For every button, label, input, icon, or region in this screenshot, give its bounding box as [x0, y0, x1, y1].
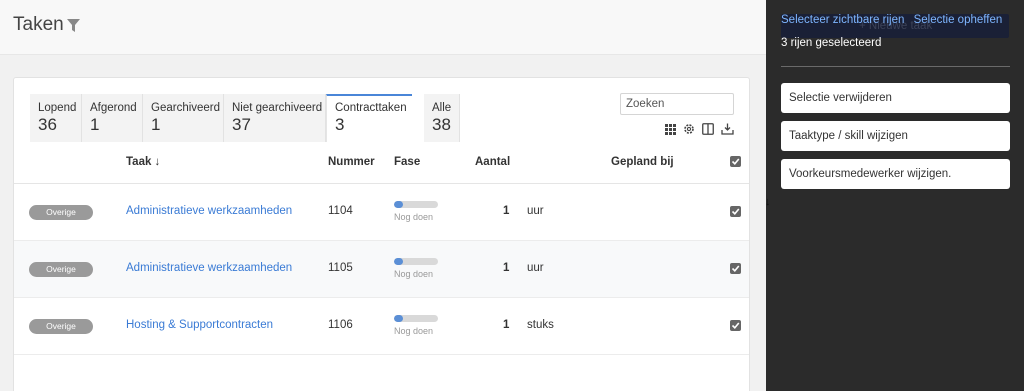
quantity: 1	[503, 319, 510, 331]
divider	[781, 66, 1010, 67]
tab-count: 3	[335, 115, 345, 134]
column-header-nummer[interactable]: Nummer	[328, 156, 375, 168]
progress-fill	[394, 201, 403, 208]
column-header-aantal[interactable]: Aantal	[475, 156, 510, 168]
unit: uur	[527, 205, 544, 217]
table-row[interactable]: Overige Hosting & Supportcontracten 1106…	[14, 298, 749, 355]
task-number: 1104	[328, 205, 353, 217]
progress-bar	[394, 258, 438, 265]
change-preferred-employee-button[interactable]: Voorkeursmedewerker wijzigen.	[781, 159, 1010, 189]
filter-icon[interactable]	[67, 19, 80, 33]
tab-count: 37	[232, 115, 251, 134]
task-link[interactable]: Hosting & Supportcontracten	[126, 319, 273, 331]
progress-fill	[394, 315, 403, 322]
table-row[interactable]: Overige Administratieve werkzaamheden 11…	[14, 241, 749, 298]
select-all-checkbox[interactable]	[730, 156, 741, 167]
page-header: Taken	[0, 0, 766, 55]
delete-selection-button[interactable]: Selectie verwijderen	[781, 83, 1010, 113]
search-input[interactable]	[620, 93, 734, 115]
tab-lopend[interactable]: Lopend 36	[30, 94, 82, 142]
task-number: 1105	[328, 262, 353, 274]
phase-label: Nog doen	[394, 326, 434, 336]
task-number: 1106	[328, 319, 353, 331]
tab-niet-gearchiveerd[interactable]: Niet gearchiveerd 37	[224, 94, 326, 142]
selection-count: 3 rijen geselecteerd	[781, 37, 882, 49]
quantity: 1	[503, 262, 510, 274]
grid-icon[interactable]	[663, 122, 677, 136]
tab-afgerond[interactable]: Afgerond 1	[82, 94, 143, 142]
table-header: Taak ↓ Nummer Fase Aantal Gepland bij	[14, 142, 749, 184]
tasks-card: Lopend 36 Afgerond 1 Gearchiveerd 1 Niet…	[13, 77, 750, 391]
tab-label: Alle	[432, 102, 452, 114]
tab-count: 36	[38, 115, 57, 134]
progress-bar	[394, 201, 438, 208]
tab-label: Niet gearchiveerd	[232, 102, 323, 114]
select-visible-rows-link[interactable]: Selecteer zichtbare rijen	[781, 14, 904, 26]
tab-alle[interactable]: Alle 38	[424, 94, 460, 142]
row-checkbox[interactable]	[730, 320, 741, 331]
row-checkbox[interactable]	[730, 206, 741, 217]
table-row[interactable]: Overige Administratieve werkzaamheden 11…	[14, 184, 749, 241]
tab-count: 1	[151, 115, 161, 134]
task-type-badge: Overige	[29, 319, 93, 334]
tab-label: Afgerond	[90, 102, 137, 114]
unit: stuks	[527, 319, 554, 331]
bulk-actions-panel: + Nieuwe taak Selecteer zichtbare rijen …	[766, 0, 1024, 391]
task-type-badge: Overige	[29, 262, 93, 277]
tab-label: Contracttaken	[335, 102, 407, 114]
progress-fill	[394, 258, 403, 265]
task-link[interactable]: Administratieve werkzaamheden	[126, 262, 292, 274]
table-toolbar	[663, 122, 734, 136]
tab-contracttaken[interactable]: Contracttaken 3	[326, 94, 412, 142]
task-link[interactable]: Administratieve werkzaamheden	[126, 205, 292, 217]
tab-count: 1	[90, 115, 100, 134]
progress-bar	[394, 315, 438, 322]
tab-label: Lopend	[38, 102, 77, 114]
column-header-gepland[interactable]: Gepland bij	[611, 156, 674, 168]
row-checkbox[interactable]	[730, 263, 741, 274]
columns-icon[interactable]	[701, 122, 715, 136]
clear-selection-link[interactable]: Selectie opheffen	[914, 14, 1003, 26]
arrow-down-icon: ↓	[765, 196, 771, 208]
selection-links: Selecteer zichtbare rijen Selectie ophef…	[781, 14, 1002, 26]
status-tabs: Lopend 36 Afgerond 1 Gearchiveerd 1 Niet…	[30, 94, 460, 142]
main-area: Lopend 36 Afgerond 1 Gearchiveerd 1 Niet…	[0, 55, 766, 391]
column-header-fase[interactable]: Fase	[394, 156, 420, 168]
tab-label: Gearchiveerd	[151, 102, 221, 114]
task-type-badge: Overige	[29, 205, 93, 220]
phase-label: Nog doen	[394, 269, 434, 279]
column-header-taak[interactable]: Taak ↓	[126, 156, 160, 168]
page-title: Taken	[13, 14, 64, 35]
phase-label: Nog doen	[394, 212, 434, 222]
export-icon[interactable]	[720, 122, 734, 136]
change-tasktype-button[interactable]: Taaktype / skill wijzigen	[781, 121, 1010, 151]
quantity: 1	[503, 205, 510, 217]
unit: uur	[527, 262, 544, 274]
tab-count: 38	[432, 115, 451, 134]
gear-icon[interactable]	[682, 122, 696, 136]
tab-gearchiveerd[interactable]: Gearchiveerd 1	[143, 94, 224, 142]
